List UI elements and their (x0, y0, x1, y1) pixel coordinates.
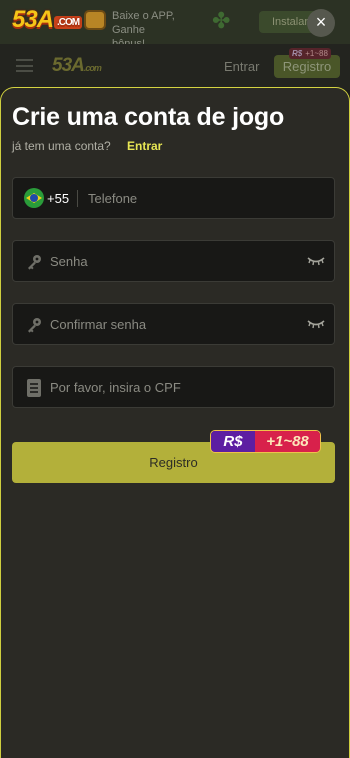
app-header: 53A.com Entrar Registro R$ +1~88 (0, 44, 350, 90)
divider (77, 190, 78, 207)
page-title: Crie uma conta de jogo (12, 103, 285, 131)
menu-icon[interactable] (16, 59, 33, 72)
password-placeholder: Senha (50, 254, 88, 269)
key-icon (28, 255, 41, 270)
header-logo[interactable]: 53A.com (52, 55, 102, 77)
phone-placeholder: Telefone (88, 191, 138, 206)
registration-screen: 53A.COM Baixe o APP, Ganhe bônus! ✤ Inst… (0, 0, 350, 758)
header-bonus-badge: R$ +1~88 (289, 48, 331, 59)
eye-closed-icon[interactable] (307, 255, 325, 267)
treasure-chest-icon (84, 10, 106, 30)
country-code[interactable]: +55 (47, 191, 69, 206)
clover-icon: ✤ (212, 8, 231, 33)
cpf-field[interactable]: Por favor, insira o CPF (12, 366, 335, 408)
login-link[interactable]: Entrar (127, 139, 162, 153)
id-card-icon (27, 379, 41, 397)
bonus-value: +1~88 (255, 431, 320, 452)
bonus-currency: R$ (211, 431, 255, 452)
banner-logo: 53A .COM (12, 6, 83, 34)
cpf-placeholder: Por favor, insira o CPF (50, 380, 181, 395)
confirm-password-placeholder: Confirmar senha (50, 317, 147, 332)
eye-closed-icon[interactable] (307, 318, 325, 330)
key-icon (28, 318, 41, 333)
confirm-password-field[interactable]: Confirmar senha (12, 303, 335, 345)
brazil-flag-icon[interactable] (24, 188, 44, 208)
header-login-button[interactable]: Entrar (224, 59, 259, 74)
login-prompt: já tem uma conta? (12, 139, 111, 153)
close-icon[interactable]: × (307, 9, 335, 37)
phone-field[interactable]: +55 Telefone (12, 177, 335, 219)
registration-sheet: Crie uma conta de jogo já tem uma conta?… (0, 87, 350, 758)
password-field[interactable]: Senha (12, 240, 335, 282)
app-download-banner: 53A.COM Baixe o APP, Ganhe bônus! ✤ Inst… (0, 0, 350, 50)
bonus-badge: R$ +1~88 (210, 430, 321, 453)
